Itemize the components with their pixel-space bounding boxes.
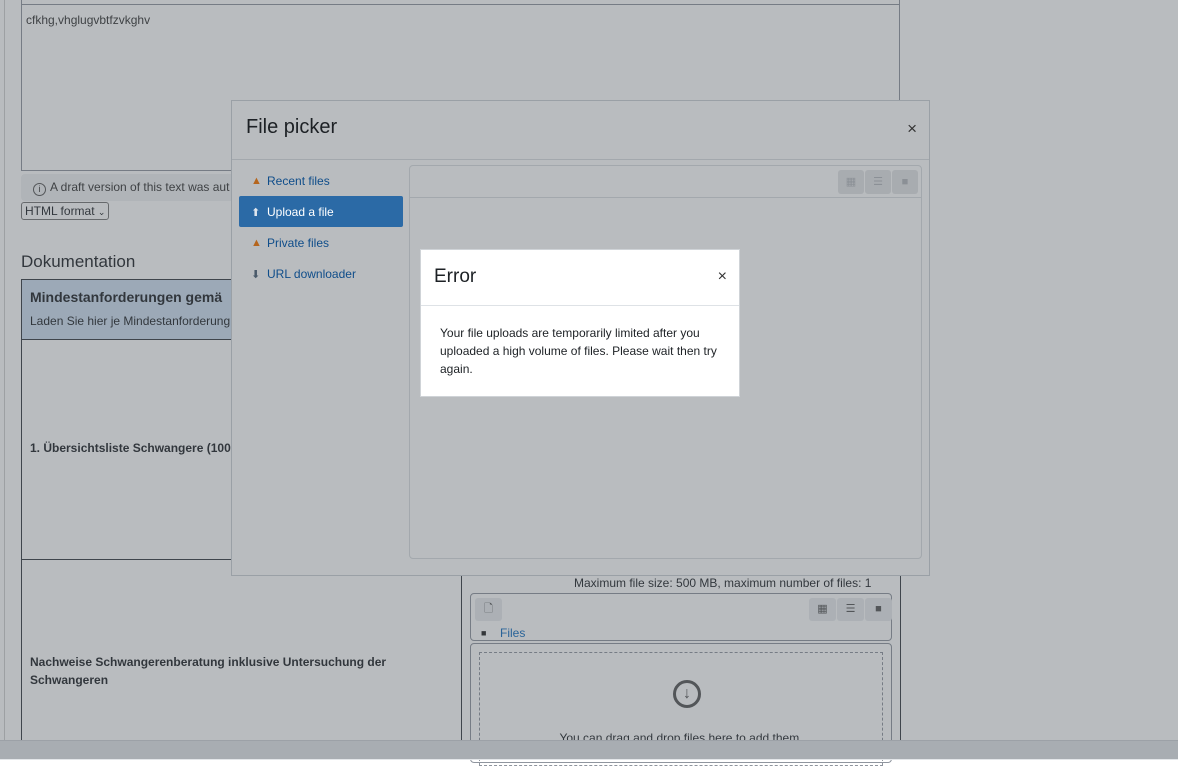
error-dialog: Error × Your file uploads are temporaril… [420,249,740,397]
grid-icon: ▦ [845,176,857,188]
private-files-icon: ▲ [251,237,262,249]
error-dialog-title: Error [434,266,477,287]
nav-item-upload-a-file[interactable]: ⬆ Upload a file [239,196,403,227]
file-picker-header: File picker × [232,101,929,160]
file-picker-toolbar: ▦ ☰ ■ [410,166,921,198]
repository-nav: ▲ Recent files ⬆ Upload a file ▲ Private… [239,165,403,289]
nav-item-url-downloader[interactable]: ⬇ URL downloader [239,258,403,289]
url-downloader-icon: ⬇ [251,269,261,281]
nav-item-label: Private files [267,236,330,250]
error-close-icon[interactable]: × [718,268,727,286]
error-message: Your file uploads are temporarily limite… [440,326,717,376]
view-list-button[interactable]: ☰ [865,170,891,194]
upload-icon: ⬆ [251,207,261,219]
nav-item-label: URL downloader [267,267,356,281]
view-tree-button[interactable]: ■ [892,170,918,194]
file-picker-close-icon[interactable]: × [907,119,917,139]
nav-item-label: Upload a file [267,205,334,219]
recent-files-icon: ▲ [251,175,262,187]
list-icon: ☰ [873,176,883,188]
file-picker-title: File picker [246,116,338,138]
nav-item-recent-files[interactable]: ▲ Recent files [239,165,403,196]
view-icons-button[interactable]: ▦ [838,170,864,194]
folder-icon: ■ [901,176,909,188]
error-dialog-header: Error × [421,250,739,306]
nav-item-private-files[interactable]: ▲ Private files [239,227,403,258]
nav-item-label: Recent files [267,174,330,188]
